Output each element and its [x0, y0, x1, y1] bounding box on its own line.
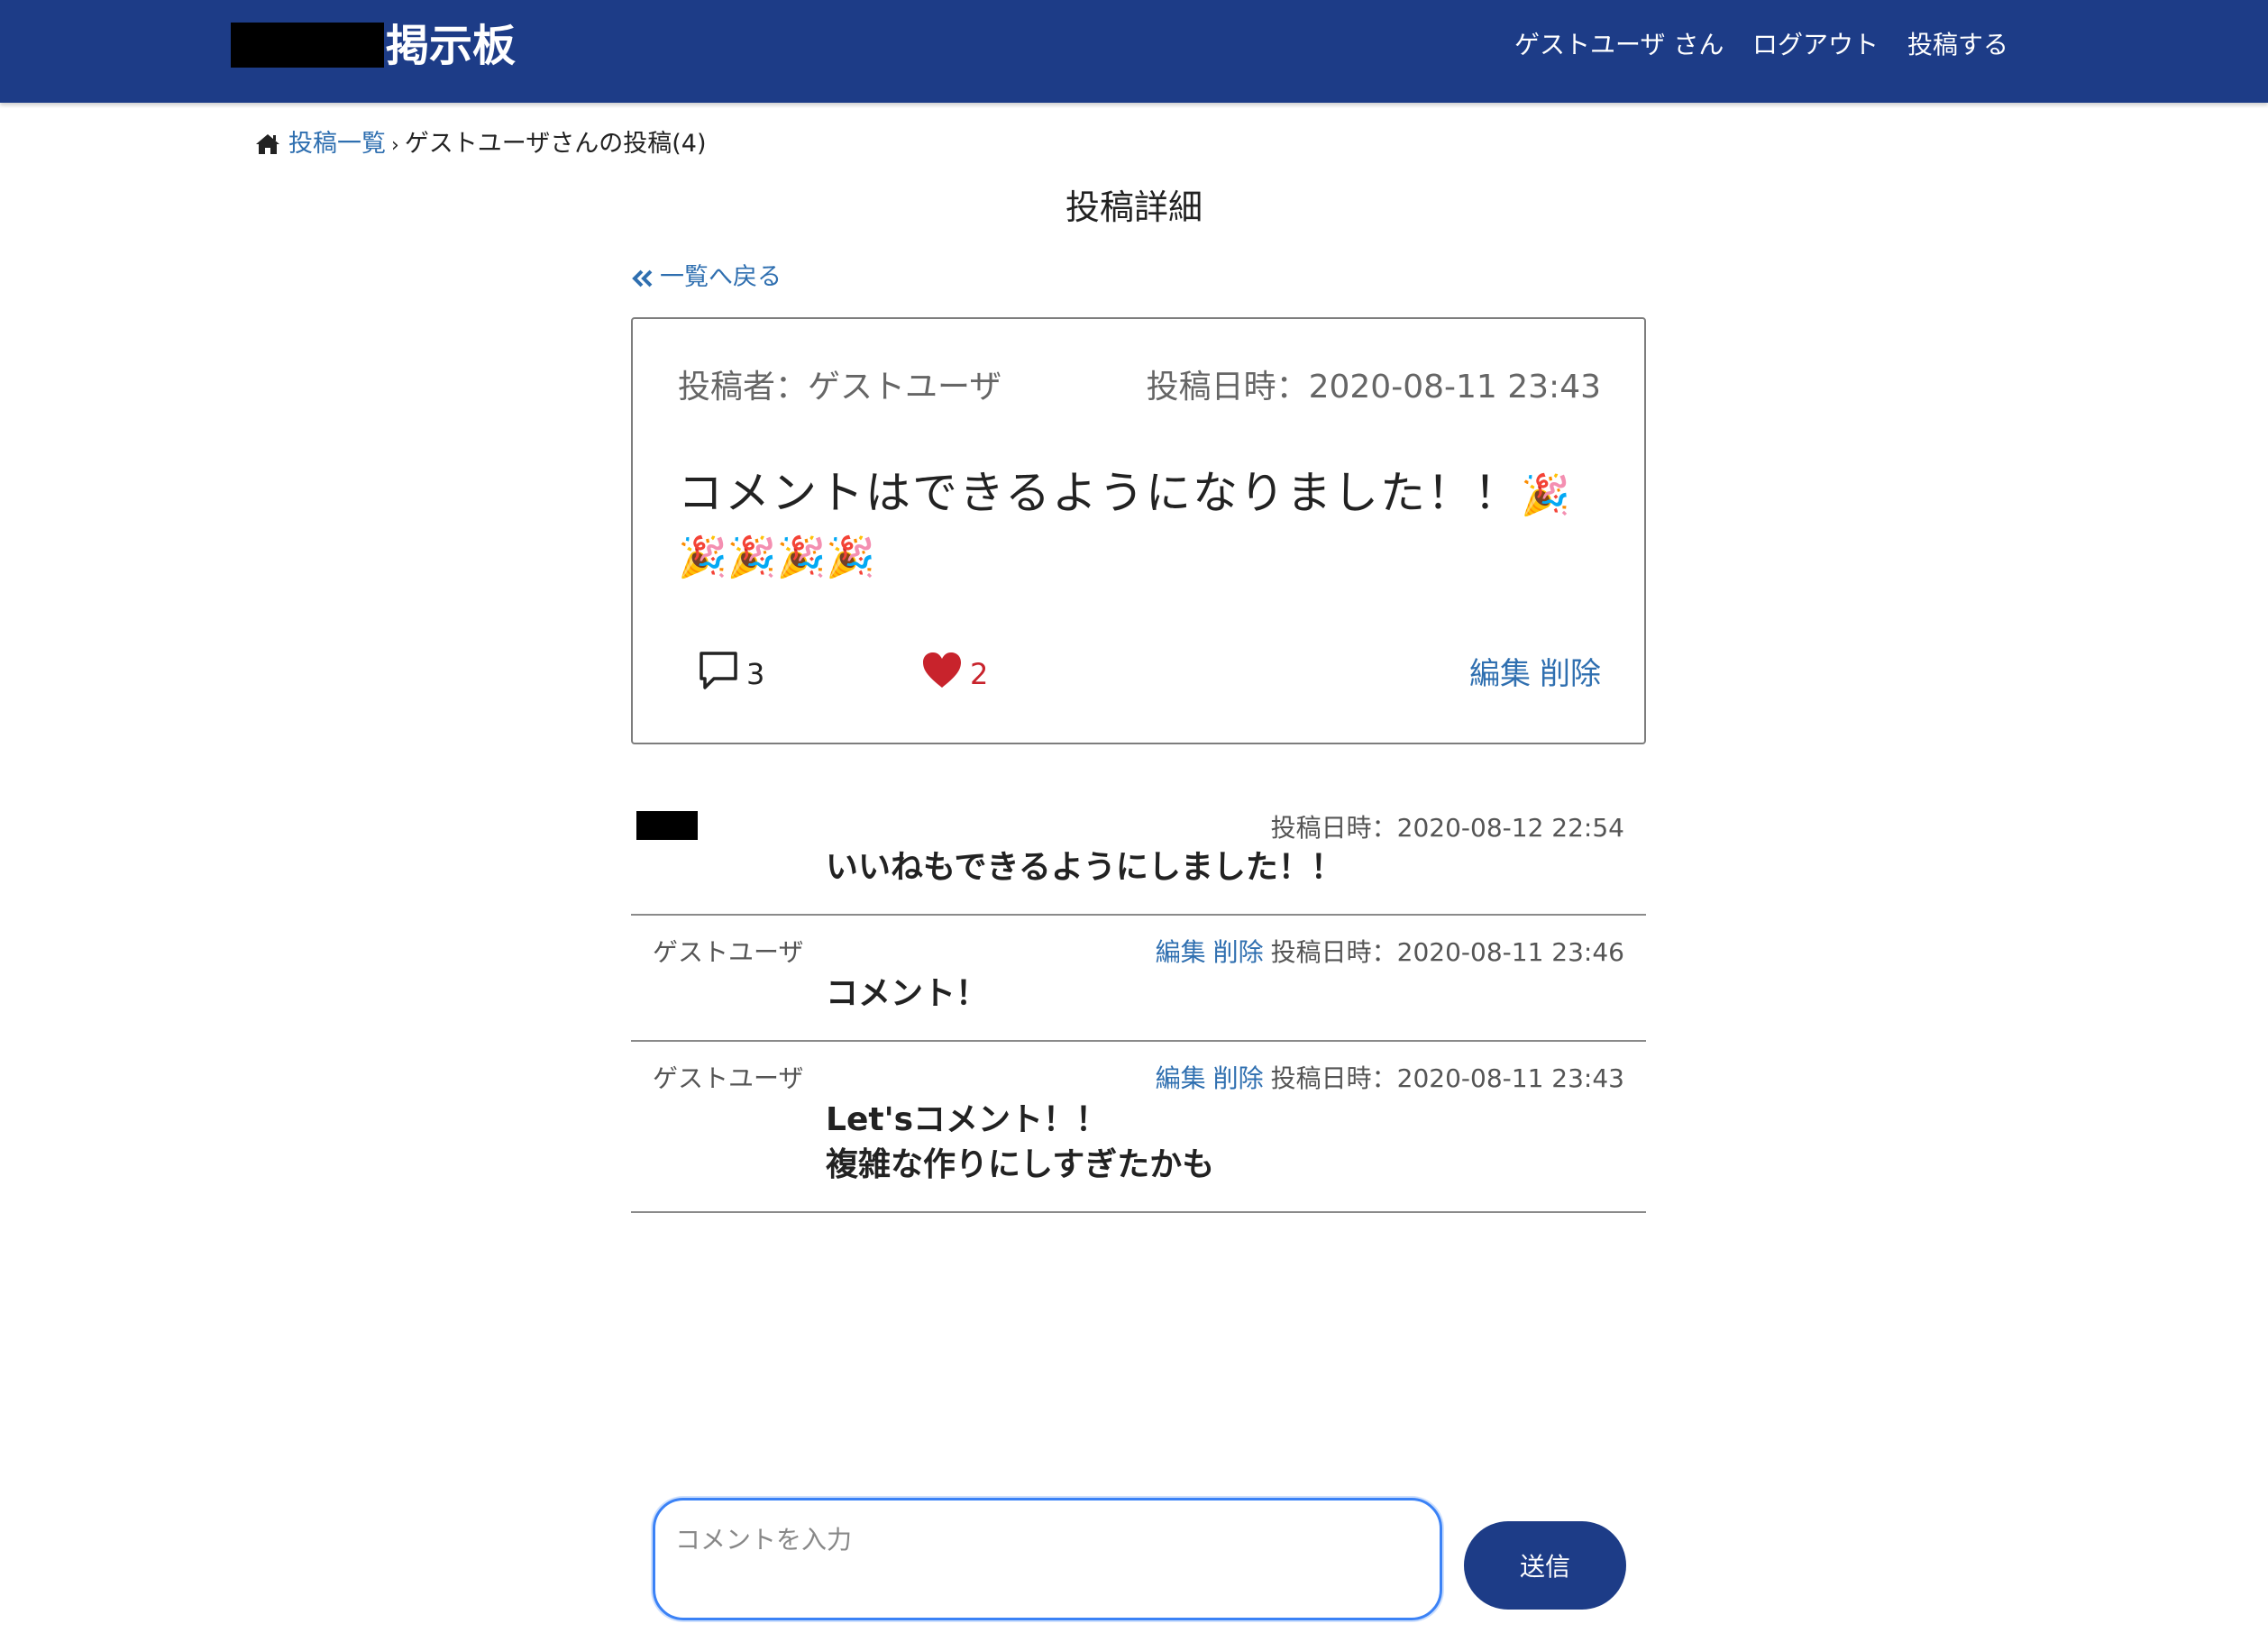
comment-text: いいねもできるようにしました！！: [826, 849, 1343, 886]
site-title[interactable]: 掲示板: [386, 18, 516, 74]
current-user-label: ゲストユーザ さん: [1514, 30, 1724, 59]
comment-text-line2: 複雑な作りにしすぎたかも: [826, 1146, 1215, 1183]
back-link-label: 一覧へ戻る: [660, 263, 782, 291]
like-count: 2: [970, 657, 989, 691]
double-chevron-left-icon: [631, 263, 660, 291]
delete-post-link[interactable]: 削除: [1540, 656, 1601, 692]
post-card: 投稿者：ゲストユーザ 投稿日時：2020-08-11 23:43 コメントはでき…: [631, 317, 1646, 744]
comment-item: ゲストユーザ 編集 削除 投稿日時：2020-08-11 23:43 Let'sコメ…: [631, 1042, 1646, 1213]
comment-item: 投稿日時：2020-08-12 22:54 いいねもできるようにしました！！: [631, 793, 1646, 916]
post-actions: 編集 削除: [1469, 652, 1601, 696]
edit-comment-link[interactable]: 編集: [1156, 937, 1206, 967]
new-post-link[interactable]: 投稿する: [1907, 27, 2008, 63]
breadcrumb-separator: ›: [391, 134, 399, 157]
home-icon[interactable]: [254, 130, 288, 158]
delete-comment-link[interactable]: 削除: [1213, 937, 1264, 967]
top-navbar: 掲示板 ゲストユーザ さん ログアウト 投稿する: [0, 0, 2268, 103]
post-body-text: コメントはできるようになりました！！: [678, 467, 1521, 519]
post-body: コメントはできるようになりました！！🎉🎉🎉🎉🎉: [678, 463, 1606, 588]
redacted-comment-author: [636, 811, 698, 840]
breadcrumb-current: ゲストユーザさんの投稿(4): [404, 130, 707, 158]
comment-text: Let'sコメント！！: [826, 1101, 1109, 1138]
edit-post-link[interactable]: 編集: [1469, 656, 1531, 692]
comment-date: 投稿日時：2020-08-11 23:43: [1270, 1063, 1624, 1093]
send-button[interactable]: 送信: [1464, 1521, 1626, 1610]
comment-date: 投稿日時：2020-08-11 23:46: [1270, 937, 1624, 967]
comment-meta: 投稿日時：2020-08-12 22:54: [1264, 811, 1624, 845]
delete-comment-link[interactable]: 削除: [1213, 1063, 1264, 1093]
comment-text: コメント！: [826, 975, 989, 1012]
post-date: 投稿日時：2020-08-11 23:43: [1146, 369, 1601, 406]
heart-icon: [921, 652, 970, 697]
comment-meta: 編集 削除 投稿日時：2020-08-11 23:43: [1156, 1062, 1624, 1096]
like-button[interactable]: 2: [921, 649, 988, 699]
logout-link[interactable]: ログアウト: [1752, 27, 1879, 63]
comment-counter: 3: [698, 649, 764, 699]
redacted-logo: [231, 23, 384, 68]
comment-author: ゲストユーザ: [653, 937, 804, 967]
breadcrumb-list-link[interactable]: 投稿一覧: [288, 130, 386, 158]
comment-input[interactable]: [653, 1498, 1442, 1620]
breadcrumb: 投稿一覧 › ゲストユーザさんの投稿(4): [254, 126, 707, 162]
edit-comment-link[interactable]: 編集: [1156, 1063, 1206, 1093]
comment-author: ゲストユーザ: [653, 1063, 804, 1093]
post-author: 投稿者：ゲストユーザ: [678, 369, 1002, 406]
comment-bubble-icon: [698, 650, 746, 698]
back-to-list-link[interactable]: 一覧へ戻る: [631, 260, 782, 296]
comment-meta: 編集 削除 投稿日時：2020-08-11 23:46: [1156, 935, 1624, 970]
page-title: 投稿詳細: [1065, 187, 1203, 227]
comment-count: 3: [746, 657, 765, 691]
comment-date: 投稿日時：2020-08-12 22:54: [1270, 813, 1624, 843]
comment-item: ゲストユーザ 編集 削除 投稿日時：2020-08-11 23:46 コメント！: [631, 916, 1646, 1042]
